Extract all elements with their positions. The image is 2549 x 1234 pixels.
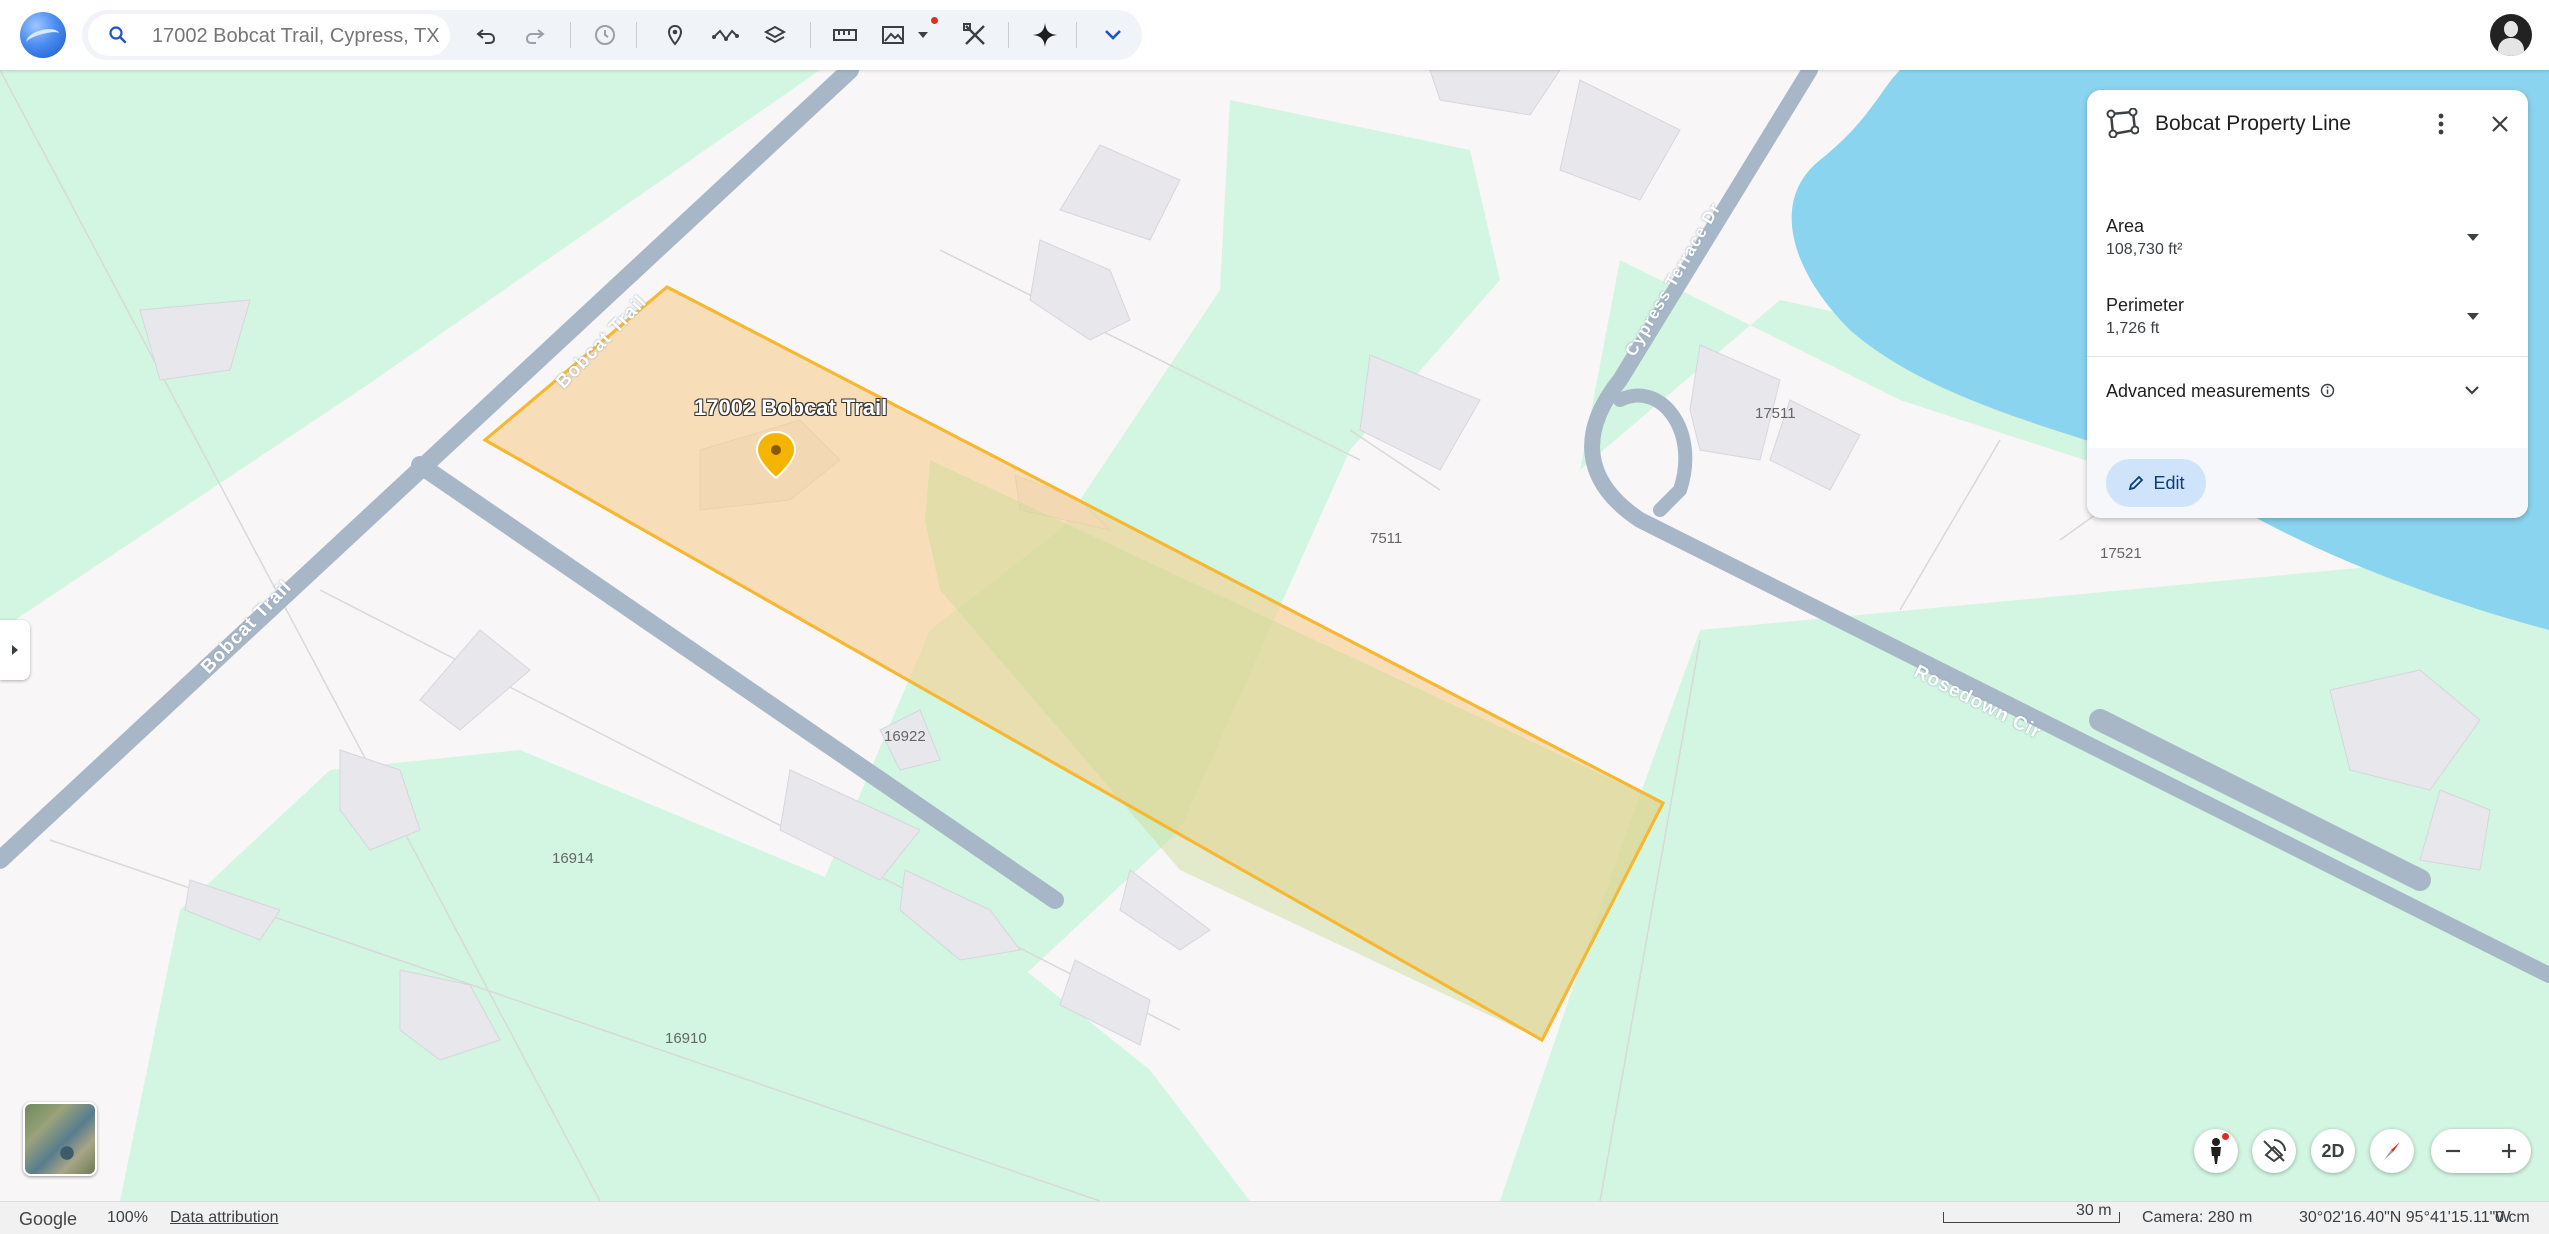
capture-button[interactable]	[876, 17, 912, 53]
toolbar-divider	[636, 22, 637, 48]
measurement-panel: Bobcat Property Line Area 108,730 ft² Pe…	[2087, 90, 2528, 518]
perimeter-value: 1,726 ft	[2106, 320, 2160, 337]
google-earth-logo-icon[interactable]	[20, 12, 66, 58]
top-toolbar	[0, 0, 2549, 70]
lot-number: 16922	[884, 728, 926, 745]
layers-icon	[763, 25, 787, 44]
path-icon	[712, 29, 739, 41]
image-icon	[882, 26, 904, 44]
draw-path-button[interactable]	[707, 17, 743, 53]
toolbar-divider	[570, 22, 571, 48]
pencil-icon	[2129, 475, 2144, 491]
polygon-icon	[2106, 108, 2139, 138]
history-button[interactable]	[587, 17, 623, 53]
toolbar-divider	[810, 22, 811, 48]
info-icon[interactable]	[2320, 383, 2335, 398]
capture-dropdown-icon[interactable]	[917, 30, 929, 40]
view-mode-button[interactable]: 2D	[2311, 1129, 2355, 1173]
panel-divider	[2087, 356, 2528, 357]
status-bar: Google 100% Data attribution 30 m Camera…	[0, 1201, 2549, 1234]
pegman-icon	[2211, 1138, 2221, 1164]
compass-icon	[2384, 1142, 2400, 1160]
side-panel-toggle[interactable]	[0, 620, 30, 680]
tools-icon	[963, 23, 985, 45]
search-input[interactable]	[150, 14, 444, 58]
pin-icon	[667, 24, 683, 46]
edit-label: Edit	[2153, 472, 2185, 493]
lot-number: 16914	[552, 850, 594, 867]
search-box[interactable]	[88, 14, 450, 58]
area-label: Area	[2106, 216, 2145, 236]
chevron-right-icon	[12, 645, 18, 655]
avatar[interactable]	[2490, 14, 2532, 56]
chevron-down-icon[interactable]	[2463, 384, 2481, 396]
sparkle-icon	[1033, 23, 1057, 47]
lot-number: 16910	[665, 1030, 707, 1047]
layers-button[interactable]	[757, 17, 793, 53]
edit-button[interactable]: Edit	[2106, 459, 2206, 507]
data-attribution-link[interactable]: Data attribution	[170, 1209, 279, 1227]
redo-button[interactable]	[517, 17, 553, 53]
toolbar-divider	[1076, 22, 1077, 48]
camera-altitude: Camera: 280 m	[2142, 1209, 2253, 1226]
tools-button[interactable]	[957, 17, 993, 53]
compass-button[interactable]	[2370, 1129, 2414, 1173]
history-icon	[595, 25, 615, 45]
street-view-button[interactable]	[2194, 1129, 2238, 1173]
area-unit-dropdown-icon[interactable]	[2467, 234, 2479, 241]
place-name-label[interactable]: 17002 Bobcat Trail	[694, 395, 887, 421]
undo-icon	[476, 29, 496, 44]
perimeter-label: Perimeter	[2106, 295, 2185, 315]
zoom-in-icon[interactable]	[2500, 1142, 2518, 1160]
zoom-controls	[2431, 1129, 2531, 1173]
gemini-button[interactable]	[1027, 17, 1063, 53]
coordinates: 30°02'16.40"N 95°41'15.11"W	[2299, 1209, 2511, 1226]
elevation: 0 cm	[2495, 1209, 2530, 1226]
tilt-icon	[2263, 1139, 2286, 1163]
zoom-level: 100%	[107, 1209, 148, 1226]
map-style-thumbnail[interactable]	[23, 1102, 97, 1176]
lot-number: 17521	[2100, 545, 2142, 562]
redo-icon	[525, 29, 545, 44]
add-placemark-button[interactable]	[657, 17, 693, 53]
notification-dot	[931, 17, 938, 24]
area-value: 108,730 ft²	[2106, 241, 2183, 258]
undo-button[interactable]	[468, 17, 504, 53]
notification-dot	[2222, 1133, 2229, 1140]
close-icon[interactable]	[2491, 115, 2509, 133]
scale-bar	[1943, 1212, 2120, 1223]
search-icon[interactable]	[108, 25, 128, 45]
ruler-icon	[833, 29, 857, 41]
advanced-measurements-label: Advanced measurements	[2106, 381, 2311, 401]
google-brand-label: Google	[19, 1209, 78, 1229]
lot-number: 17511	[1755, 405, 1796, 422]
expand-toolbar-button[interactable]	[1095, 17, 1131, 53]
reset-tilt-button[interactable]	[2252, 1129, 2296, 1173]
zoom-out-icon[interactable]	[2444, 1142, 2462, 1160]
panel-title: Bobcat Property Line	[2155, 112, 2352, 135]
measure-button[interactable]	[827, 17, 863, 53]
lot-number: 7511	[1370, 530, 1403, 547]
more-options-icon[interactable]	[2436, 112, 2446, 136]
advanced-measurements-toggle[interactable]: Advanced measurements	[2106, 381, 2335, 402]
chevron-down-icon	[1105, 30, 1121, 40]
perimeter-unit-dropdown-icon[interactable]	[2467, 313, 2479, 320]
toolbar-divider	[1008, 22, 1009, 48]
